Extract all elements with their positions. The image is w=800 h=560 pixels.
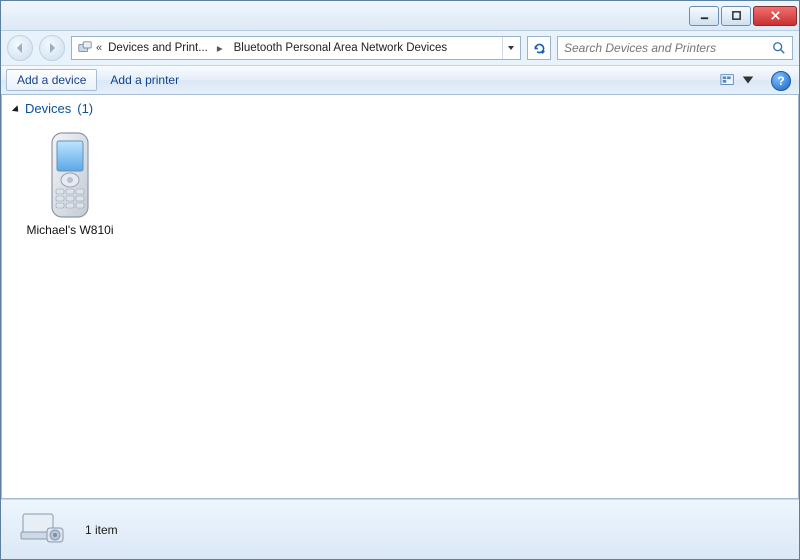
breadcrumb-label: Devices and Print...	[108, 42, 208, 54]
phone-icon	[42, 131, 98, 221]
explorer-window: « Devices and Print... ▸ Bluetooth Perso…	[0, 0, 800, 560]
breadcrumb-label: Bluetooth Personal Area Network Devices	[234, 42, 448, 54]
refresh-button[interactable]	[527, 36, 551, 60]
back-arrow-icon	[14, 42, 26, 54]
search-box[interactable]	[557, 36, 793, 60]
button-label: Add a device	[17, 73, 86, 87]
view-options-button[interactable]	[713, 69, 763, 91]
back-button[interactable]	[7, 35, 33, 61]
details-pane: 1 item	[1, 499, 799, 559]
maximize-button[interactable]	[721, 6, 751, 26]
command-bar: Add a device Add a printer ?	[1, 65, 799, 95]
search-input[interactable]	[564, 41, 772, 55]
content-pane: Devices (1)	[1, 95, 799, 499]
maximize-icon	[731, 10, 742, 21]
minimize-button[interactable]	[689, 6, 719, 26]
close-button[interactable]	[753, 6, 797, 26]
section-title: Devices	[25, 101, 71, 116]
status-item-count: 1 item	[85, 523, 118, 537]
forward-button[interactable]	[39, 35, 65, 61]
navigation-row: « Devices and Print... ▸ Bluetooth Perso…	[1, 31, 799, 65]
window-controls	[689, 6, 797, 26]
address-bar[interactable]: « Devices and Print... ▸ Bluetooth Perso…	[71, 36, 521, 60]
breadcrumb-segment-parent[interactable]: Devices and Print...	[102, 37, 212, 59]
help-icon: ?	[777, 74, 784, 88]
address-dropdown[interactable]	[502, 37, 518, 59]
view-icon	[720, 73, 736, 87]
collapse-triangle-icon	[12, 105, 21, 114]
section-header-devices[interactable]: Devices (1)	[2, 95, 798, 120]
refresh-icon	[533, 42, 546, 55]
search-icon	[772, 41, 786, 55]
section-count: (1)	[77, 101, 93, 116]
minimize-icon	[699, 10, 710, 21]
add-printer-button[interactable]: Add a printer	[99, 69, 190, 91]
device-grid: Michael's W810i	[2, 120, 798, 248]
breadcrumb-segment-current[interactable]: Bluetooth Personal Area Network Devices	[228, 37, 452, 59]
device-label: Michael's W810i	[27, 223, 114, 237]
close-icon	[770, 10, 781, 21]
forward-arrow-icon	[46, 42, 58, 54]
breadcrumb-separator[interactable]: ▸	[212, 37, 228, 59]
button-label: Add a printer	[110, 73, 179, 87]
help-button[interactable]: ?	[771, 71, 791, 91]
devices-category-icon	[19, 508, 67, 552]
chevron-down-icon	[507, 44, 515, 52]
chevron-down-icon	[740, 73, 756, 87]
location-icon	[76, 39, 94, 57]
device-item[interactable]: Michael's W810i	[10, 124, 130, 244]
add-device-button[interactable]: Add a device	[6, 69, 97, 91]
title-bar	[1, 1, 799, 31]
